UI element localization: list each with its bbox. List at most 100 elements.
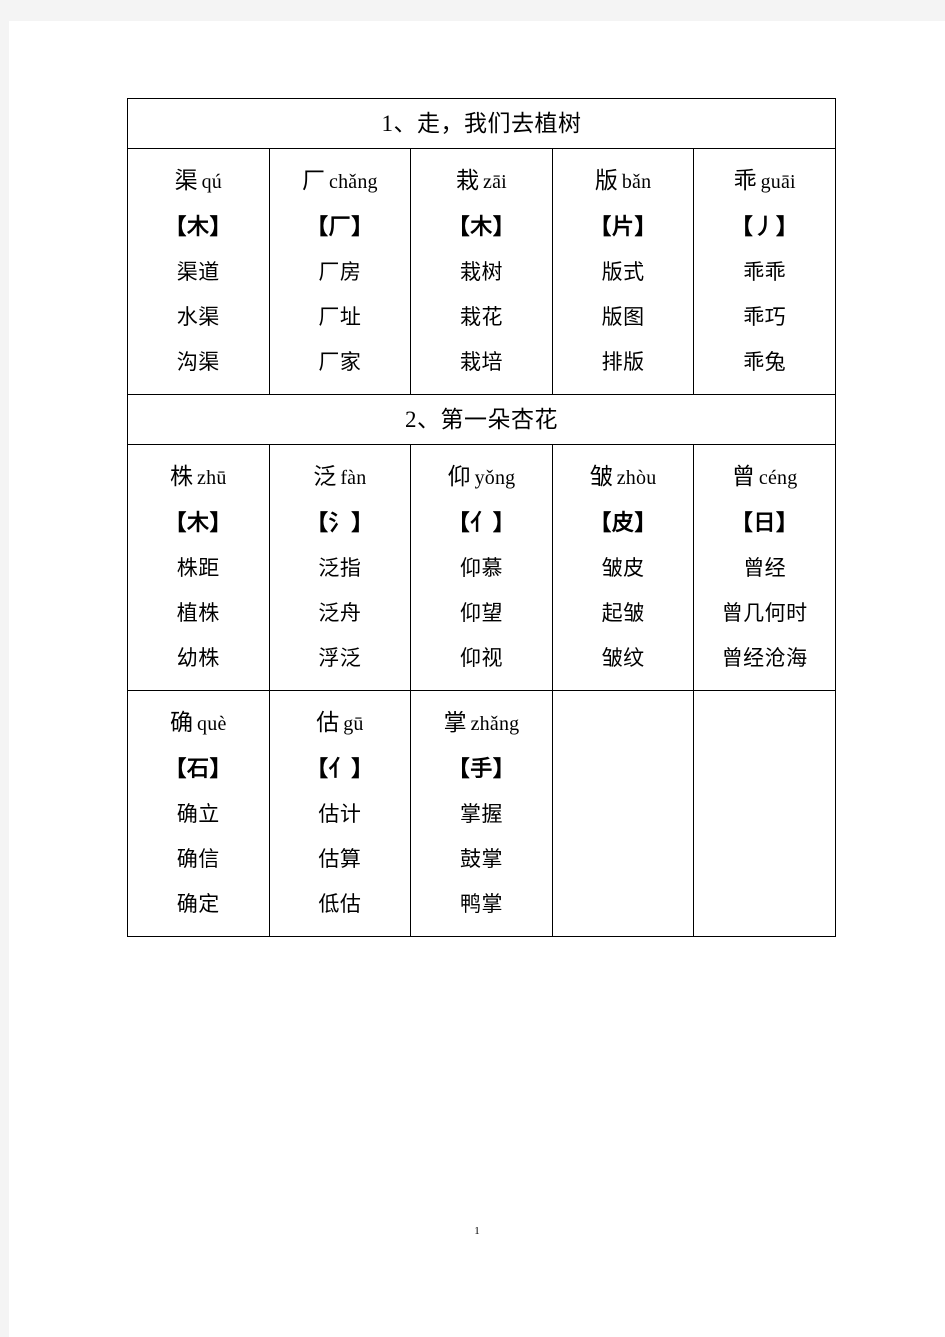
- vocabulary-sheet: 1、走，我们去植树渠 qú 【木】 渠道 水渠 沟渠厂 chǎng 【厂】 厂房 厂址 厂家栽 zāi…: [127, 98, 836, 937]
- word-entry: 泛指: [318, 556, 362, 581]
- word-entry: 浮泛: [318, 646, 362, 671]
- word-entry: 仰慕: [459, 556, 503, 581]
- character-entry-cell: 曾 céng 【日】曾经曾几何时曾经沧海: [693, 444, 836, 691]
- character-entry: 仰 yǒng 【亻】 仰慕 仰望 仰视: [411, 445, 552, 690]
- word-entry: 沟渠: [176, 350, 220, 375]
- character-glyph: 栽: [456, 167, 480, 193]
- character-entry: 曾 céng 【日】曾经曾几何时曾经沧海: [694, 445, 835, 690]
- pinyin-label: yǒng: [474, 466, 516, 489]
- radical-label: 【片】: [589, 214, 657, 239]
- word-entry: 水渠: [176, 305, 220, 330]
- character-entry: 厂 chǎng 【厂】 厂房 厂址 厂家: [270, 149, 411, 394]
- character-entry: 泛 fàn 【氵】泛指泛舟浮泛: [270, 445, 411, 690]
- pinyin-label: bǎn: [621, 170, 652, 193]
- character-entry-cell: 皱 zhòu 【皮】 皱皮 起皱 皱纹: [551, 444, 695, 691]
- character-glyph: 乖: [733, 167, 757, 193]
- character-entry-cell: 泛 fàn 【氵】泛指泛舟浮泛: [268, 444, 412, 691]
- radical-label: 【丿】: [730, 214, 799, 239]
- pinyin-label: qú: [201, 170, 222, 193]
- word-entry: 仰望: [459, 601, 503, 626]
- word-entry: 栽树: [459, 260, 503, 285]
- page-number: 1: [474, 1225, 480, 1237]
- word-entry: 曾经沧海: [721, 646, 808, 671]
- character-heading: 栽 zāi: [411, 167, 552, 196]
- character-heading: 确 què: [128, 709, 269, 738]
- word-entry: 幼株: [176, 646, 220, 671]
- word-entry: 株距: [176, 556, 220, 581]
- section-title-row: 1、走，我们去植树: [127, 98, 836, 149]
- word-entry: 曾经: [743, 556, 787, 581]
- word-entry: 排版: [601, 350, 645, 375]
- character-entry: 估 gū 【亻】 估计 估算 低估: [270, 691, 411, 936]
- word-entry: 栽花: [459, 305, 503, 330]
- pinyin-label: zhòu: [616, 466, 657, 489]
- character-heading: 掌 zhǎng: [411, 709, 552, 738]
- character-heading: 株 zhū: [128, 463, 269, 492]
- radical-label: 【亻】: [306, 756, 374, 781]
- section-title: 2、第一朵杏花: [127, 394, 836, 445]
- radical-label: 【手】: [447, 756, 516, 781]
- table-row: 确 què 【石】 确立 确信 确定 估 gū 【亻】 估计 估算 低估 掌 zhǎng 【手】 掌握 鼓掌 鸭掌: [127, 690, 836, 937]
- section-title: 1、走，我们去植树: [127, 98, 836, 149]
- word-entry: 泛舟: [318, 601, 362, 626]
- character-heading: 泛 fàn: [270, 463, 411, 492]
- document-page: 1、走，我们去植树渠 qú 【木】 渠道 水渠 沟渠厂 chǎng 【厂】 厂房 厂址 厂家栽 zāi…: [9, 21, 945, 1337]
- character-entry-cell: 确 què 【石】 确立 确信 确定: [127, 690, 270, 937]
- word-entry: 估计: [318, 802, 362, 827]
- radical-label: 【皮】: [589, 510, 657, 535]
- character-heading: 渠 qú: [128, 167, 269, 196]
- pinyin-label: zhū: [197, 466, 227, 489]
- character-glyph: 确: [170, 709, 194, 735]
- character-entry-cell: 栽 zāi 【木】栽树栽花栽培: [410, 148, 553, 395]
- word-entry: 皱皮: [601, 556, 645, 581]
- word-entry: 栽培: [459, 350, 503, 375]
- character-glyph: 株: [170, 463, 194, 489]
- pinyin-label: guāi: [760, 170, 796, 193]
- character-heading: 厂 chǎng: [270, 167, 411, 196]
- word-entry: 仰视: [459, 646, 503, 671]
- word-entry: 确定: [176, 892, 220, 917]
- character-glyph: 渠: [174, 167, 198, 193]
- character-heading: 乖 guāi: [694, 167, 835, 196]
- character-heading: 曾 céng: [694, 463, 835, 492]
- pinyin-label: què: [197, 712, 227, 735]
- pinyin-label: fàn: [340, 466, 367, 489]
- radical-label: 【石】: [164, 756, 233, 781]
- character-glyph: 版: [594, 167, 618, 193]
- word-entry: 版式: [601, 260, 645, 285]
- section-title-row: 2、第一朵杏花: [127, 394, 836, 445]
- word-entry: 厂址: [318, 305, 362, 330]
- pinyin-label: céng: [758, 466, 798, 489]
- character-entry-cell: 株 zhū 【木】 株距 植株 幼株: [127, 444, 270, 691]
- word-entry: 乖乖: [743, 260, 787, 285]
- character-entry-cell: 估 gū 【亻】 估计 估算 低估: [268, 690, 412, 937]
- character-entry: 确 què 【石】 确立 确信 确定: [128, 691, 269, 936]
- character-entry: 栽 zāi 【木】栽树栽花栽培: [411, 149, 552, 394]
- word-entry: 渠道: [176, 260, 220, 285]
- character-entry-cell: 乖 guāi 【丿】 乖乖 乖巧 乖兔: [693, 148, 836, 395]
- character-heading: 版 bǎn: [553, 167, 694, 196]
- pinyin-label: gū: [343, 712, 364, 735]
- table-row: 株 zhū 【木】 株距 植株 幼株 泛 fàn 【氵】 泛指 泛舟 浮泛 仰 yǒng 【亻】 仰慕 仰望 仰视…: [127, 444, 836, 691]
- character-entry-cell: 版 bǎn 【片】 版式 版图 排版: [551, 148, 695, 395]
- radical-label: 【木】: [447, 214, 516, 239]
- character-entry: 皱 zhòu 【皮】 皱皮 起皱 皱纹: [553, 445, 694, 690]
- radical-label: 【日】: [730, 510, 799, 535]
- word-entry: 厂房: [318, 260, 362, 285]
- radical-label: 【氵】: [306, 510, 374, 535]
- character-entry: 渠 qú 【木】 渠道 水渠 沟渠: [128, 149, 269, 394]
- character-glyph: 皱: [589, 463, 613, 489]
- radical-label: 【木】: [164, 510, 233, 535]
- character-glyph: 掌: [443, 709, 467, 735]
- word-entry: 确信: [176, 847, 220, 872]
- character-entry: 版 bǎn 【片】 版式 版图 排版: [553, 149, 694, 394]
- word-entry: 估算: [318, 847, 362, 872]
- word-entry: 曾几何时: [721, 601, 808, 626]
- character-glyph: 仰: [447, 463, 471, 489]
- character-heading: 皱 zhòu: [553, 463, 694, 492]
- word-entry: 皱纹: [601, 646, 645, 671]
- word-entry: 鸭掌: [459, 892, 503, 917]
- word-entry: 乖兔: [743, 350, 787, 375]
- character-heading: 仰 yǒng: [411, 463, 552, 492]
- character-entry-cell: 仰 yǒng 【亻】 仰慕 仰望 仰视: [410, 444, 553, 691]
